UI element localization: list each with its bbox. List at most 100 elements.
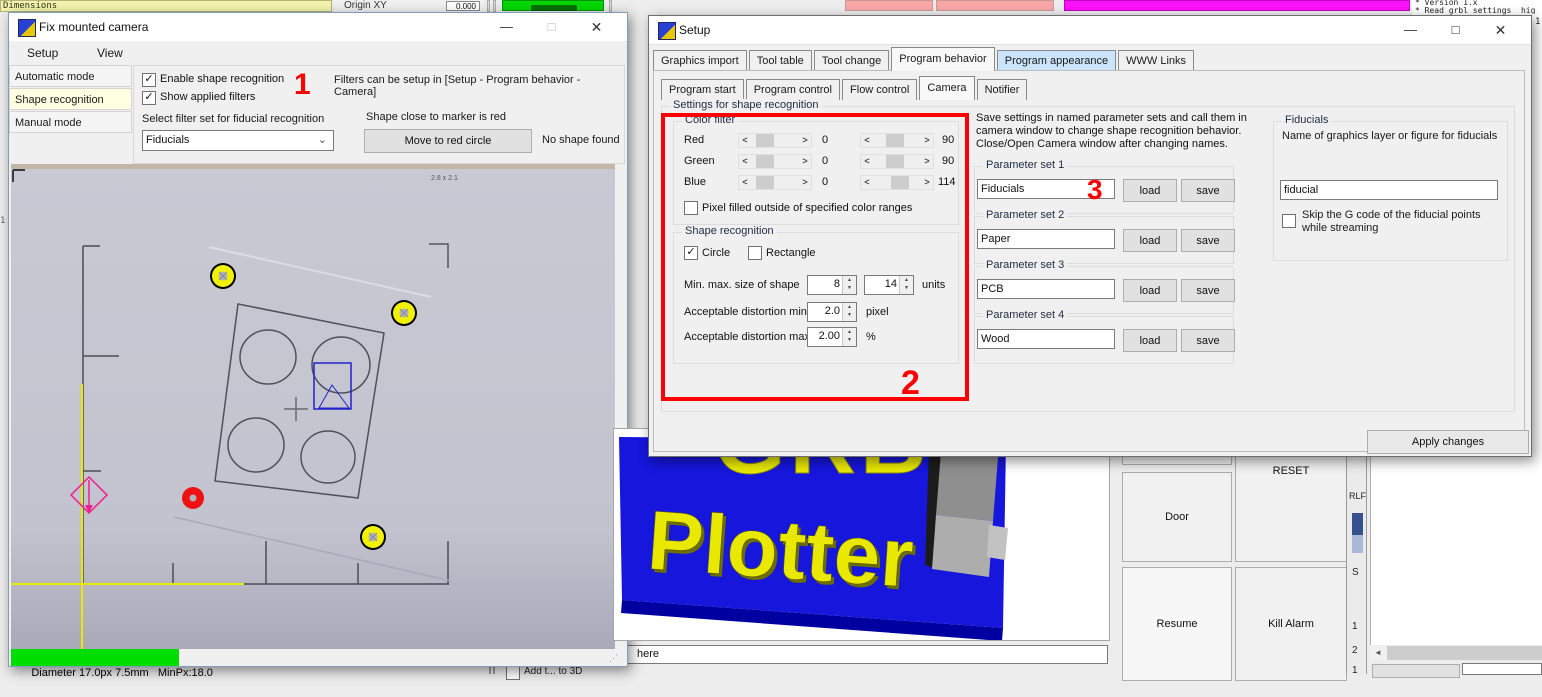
subtab-notifier[interactable]: Notifier bbox=[977, 79, 1028, 100]
enable-shape-recognition-checkbox[interactable]: ✓ bbox=[142, 73, 156, 87]
pixel-filled-checkbox[interactable] bbox=[684, 201, 698, 215]
mode-shape-recognition[interactable]: Shape recognition bbox=[9, 88, 132, 110]
apply-changes-button[interactable]: Apply changes bbox=[1367, 430, 1529, 454]
slider-right-arrow[interactable]: > bbox=[799, 176, 811, 189]
save-button[interactable]: save bbox=[1181, 229, 1235, 252]
slider-right-arrow[interactable]: > bbox=[799, 155, 811, 168]
tab-program-appearance[interactable]: Program appearance bbox=[997, 50, 1116, 71]
maximize-icon[interactable]: □ bbox=[1433, 16, 1478, 44]
pink-button-2[interactable] bbox=[936, 0, 1054, 11]
slider-left-arrow[interactable]: < bbox=[861, 155, 873, 168]
size-max-spinner[interactable]: 14 ▲▼ bbox=[864, 275, 914, 295]
spinner-arrows-icon[interactable]: ▲▼ bbox=[842, 303, 856, 321]
load-label: load bbox=[1140, 185, 1161, 197]
slider-left-arrow[interactable]: < bbox=[861, 176, 873, 189]
spinner-arrows-icon[interactable]: ▲▼ bbox=[899, 276, 913, 294]
save-button[interactable]: save bbox=[1181, 329, 1235, 352]
menu-view[interactable]: View bbox=[97, 46, 123, 60]
maximize-icon[interactable]: □ bbox=[529, 13, 574, 41]
origin-value[interactable]: 0.000 bbox=[446, 1, 480, 11]
menu-setup[interactable]: Setup bbox=[27, 46, 58, 60]
mode-manual[interactable]: Manual mode bbox=[9, 111, 132, 133]
parameter-set-4-input[interactable] bbox=[977, 329, 1115, 349]
save-button[interactable]: save bbox=[1181, 279, 1235, 302]
subtab-program-control[interactable]: Program control bbox=[746, 79, 840, 100]
save-button[interactable]: save bbox=[1181, 179, 1235, 202]
dist-max-spinner[interactable]: 2.00 ▲▼ bbox=[807, 327, 857, 347]
fiducial-name-input[interactable] bbox=[1280, 180, 1498, 200]
load-button[interactable]: load bbox=[1123, 329, 1177, 352]
tab-tool-table[interactable]: Tool table bbox=[749, 50, 812, 71]
save-label: save bbox=[1196, 285, 1219, 297]
tab-www-links[interactable]: WWW Links bbox=[1118, 50, 1194, 71]
partial-bottom-button[interactable] bbox=[1372, 664, 1460, 678]
subtab-program-start[interactable]: Program start bbox=[661, 79, 744, 100]
slider-right-arrow[interactable]: > bbox=[921, 176, 933, 189]
slider-left-arrow[interactable]: < bbox=[739, 176, 751, 189]
strip-blue-segment[interactable] bbox=[1352, 513, 1363, 535]
spinner-arrows-icon[interactable]: ▲▼ bbox=[842, 276, 856, 294]
move-to-red-circle-button[interactable]: Move to red circle bbox=[364, 129, 532, 153]
camera-feed[interactable]: 2.8 x 2.1 bbox=[11, 164, 615, 649]
slider-thumb[interactable] bbox=[891, 176, 909, 189]
rectangle-checkbox[interactable] bbox=[748, 246, 762, 260]
close-icon[interactable]: ✕ bbox=[1478, 16, 1523, 44]
slider-right-arrow[interactable]: > bbox=[921, 155, 933, 168]
green-max-slider[interactable]: <> bbox=[860, 154, 934, 169]
dist-min-spinner[interactable]: 2.0 ▲▼ bbox=[807, 302, 857, 322]
minimize-icon[interactable]: — bbox=[1388, 16, 1433, 44]
close-icon[interactable]: ✕ bbox=[574, 13, 619, 41]
slider-thumb[interactable] bbox=[886, 155, 904, 168]
slider-thumb[interactable] bbox=[756, 134, 774, 147]
slider-thumb[interactable] bbox=[756, 176, 774, 189]
door-button[interactable]: Door bbox=[1122, 472, 1232, 562]
strip-lightblue-segment[interactable] bbox=[1352, 535, 1363, 553]
run-button[interactable] bbox=[502, 0, 604, 11]
size-min-spinner[interactable]: 8 ▲▼ bbox=[807, 275, 857, 295]
horizontal-scrollbar[interactable]: ◄ bbox=[1370, 646, 1542, 660]
parameter-set-3-input[interactable] bbox=[977, 279, 1115, 299]
scroll-left-arrow[interactable]: ◄ bbox=[1370, 646, 1386, 660]
red-max-slider[interactable]: <> bbox=[860, 133, 934, 148]
add-to-3d-checkbox[interactable] bbox=[506, 666, 520, 680]
3d-view[interactable]: GRBL Plotter Plotter bbox=[613, 428, 1110, 641]
partial-bottom-input[interactable] bbox=[1462, 663, 1542, 675]
parameter-set-2-input[interactable] bbox=[977, 229, 1115, 249]
spinner-arrows-icon[interactable]: ▲▼ bbox=[842, 328, 856, 346]
minimize-icon[interactable]: — bbox=[484, 13, 529, 41]
slider-thumb[interactable] bbox=[756, 155, 774, 168]
load-button[interactable]: load bbox=[1123, 229, 1177, 252]
slider-left-arrow[interactable]: < bbox=[739, 134, 751, 147]
scroll-track[interactable] bbox=[1387, 646, 1542, 660]
load-button[interactable]: load bbox=[1123, 279, 1177, 302]
green-min-slider[interactable]: <> bbox=[738, 154, 812, 169]
dist-max-unit: % bbox=[866, 331, 876, 343]
filter-set-dropdown[interactable]: Fiducials ⌄ bbox=[142, 130, 334, 151]
blue-min-slider[interactable]: <> bbox=[738, 175, 812, 190]
tab-graphics-import[interactable]: Graphics import bbox=[653, 50, 747, 71]
resume-button[interactable]: Resume bbox=[1122, 567, 1232, 681]
setup-titlebar[interactable]: Setup — □ ✕ bbox=[649, 16, 1531, 45]
skip-gcode-checkbox[interactable] bbox=[1282, 214, 1296, 228]
red-min-slider[interactable]: <> bbox=[738, 133, 812, 148]
parameter-set-label: Parameter set 1 bbox=[983, 159, 1067, 171]
load-button[interactable]: load bbox=[1123, 179, 1177, 202]
subtab-camera[interactable]: Camera bbox=[919, 76, 974, 100]
magenta-button[interactable] bbox=[1064, 0, 1410, 11]
slider-right-arrow[interactable]: > bbox=[799, 134, 811, 147]
kill-alarm-button[interactable]: Kill Alarm bbox=[1235, 567, 1347, 681]
slider-right-arrow[interactable]: > bbox=[921, 134, 933, 147]
camera-titlebar[interactable]: Fix mounted camera — □ ✕ bbox=[9, 13, 627, 42]
slider-thumb[interactable] bbox=[886, 134, 904, 147]
slider-left-arrow[interactable]: < bbox=[861, 134, 873, 147]
tab-tool-change[interactable]: Tool change bbox=[814, 50, 889, 71]
pink-button-1[interactable] bbox=[845, 0, 933, 11]
resize-grip-icon[interactable]: ⋰ bbox=[609, 653, 619, 664]
blue-max-slider[interactable]: <> bbox=[860, 175, 934, 190]
subtab-flow-control[interactable]: Flow control bbox=[842, 79, 917, 100]
slider-left-arrow[interactable]: < bbox=[739, 155, 751, 168]
show-applied-filters-checkbox[interactable]: ✓ bbox=[142, 91, 156, 105]
tab-program-behavior[interactable]: Program behavior bbox=[891, 47, 994, 71]
mode-automatic[interactable]: Automatic mode bbox=[9, 65, 132, 87]
circle-checkbox[interactable]: ✓ bbox=[684, 246, 698, 260]
